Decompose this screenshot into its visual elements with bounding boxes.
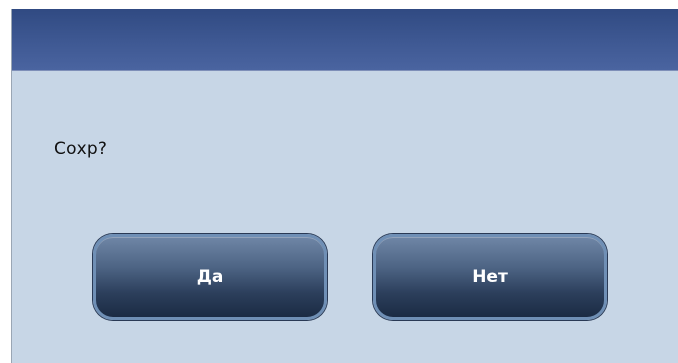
yes-button-label: Да xyxy=(196,267,224,287)
no-button-label: Нет xyxy=(472,267,508,287)
dialog-message: Сохр? xyxy=(54,139,108,159)
yes-button[interactable]: Да xyxy=(93,234,327,320)
no-button[interactable]: Нет xyxy=(373,234,607,320)
confirm-dialog: Сохр? Да Нет xyxy=(11,9,678,363)
dialog-titlebar[interactable] xyxy=(12,9,678,71)
